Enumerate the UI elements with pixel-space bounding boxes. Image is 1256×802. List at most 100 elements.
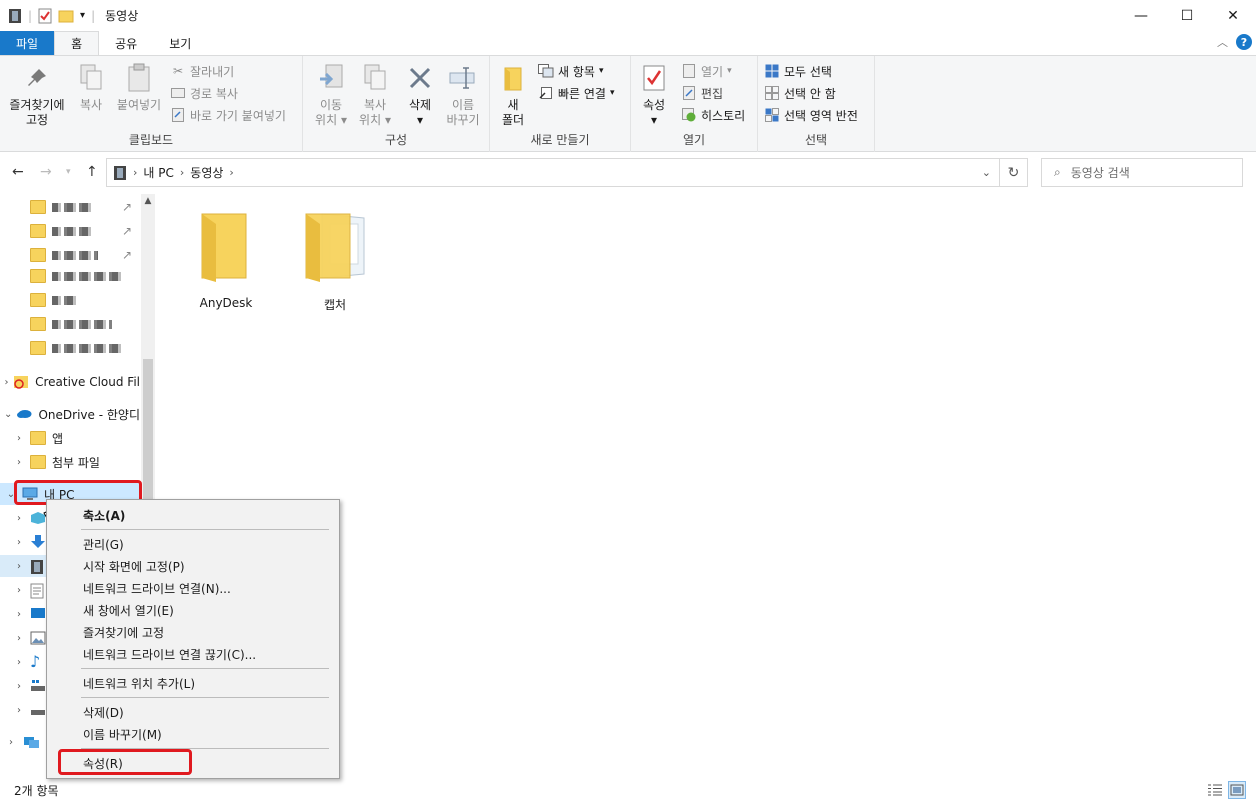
quick-access-item[interactable]: ↗ — [0, 220, 140, 242]
address-bar[interactable]: › 내 PC › 동영상 › ⌄ — [106, 158, 1000, 187]
quick-access-item[interactable] — [0, 289, 140, 311]
menu-item-add-network-location[interactable]: 네트워크 위치 추가(L) — [49, 672, 337, 694]
copy-button[interactable]: 복사 — [74, 62, 108, 113]
invert-selection-icon — [764, 107, 780, 123]
menu-item-map-drive[interactable]: 네트워크 드라이브 연결(N)... — [49, 577, 337, 599]
quick-access-item[interactable]: ↗ — [0, 196, 140, 218]
expand-chevron-icon[interactable]: › — [12, 433, 26, 444]
menu-item-collapse[interactable]: 축소(A) — [49, 504, 337, 526]
new-item-button[interactable]: 새 항목 ▾ — [538, 61, 603, 81]
search-input[interactable]: ⌕ 동영상 검색 — [1041, 158, 1243, 187]
menu-item-open-new-window[interactable]: 새 창에서 열기(E) — [49, 599, 337, 621]
breadcrumb-videos[interactable]: 동영상 — [190, 164, 223, 181]
expand-chevron-icon[interactable]: › — [12, 561, 26, 572]
paste-label: 붙여넣기 — [116, 98, 162, 112]
address-dropdown-icon[interactable]: ⌄ — [982, 166, 991, 179]
select-all-button[interactable]: 모두 선택 — [764, 61, 832, 81]
minimize-button[interactable]: — — [1118, 0, 1164, 31]
expand-chevron-icon[interactable]: › — [4, 377, 9, 388]
collapse-ribbon-icon[interactable]: ︿ — [1217, 34, 1228, 50]
properties-highlight — [58, 749, 192, 775]
quick-access-item[interactable]: ↗ — [0, 244, 140, 266]
rename-button[interactable]: 이름 바꾸기 — [441, 62, 485, 128]
up-icon[interactable]: ↑ — [86, 164, 98, 180]
search-placeholder: 동영상 검색 — [1070, 166, 1130, 180]
easy-access-button[interactable]: 빠른 연결 ▾ — [538, 83, 615, 103]
nav-app-folder[interactable]: › 앱 — [0, 427, 140, 449]
paste-shortcut-label: 바로 가기 붙여넣기 — [190, 108, 286, 123]
expand-chevron-icon[interactable]: › — [12, 585, 26, 596]
refresh-button[interactable]: ↻ — [999, 158, 1028, 187]
quick-access-item[interactable] — [0, 313, 140, 335]
folder-item[interactable]: 캡처 — [280, 210, 390, 313]
new-folder-icon[interactable] — [58, 9, 74, 23]
nav-creative-cloud-label: Creative Cloud Fil — [35, 375, 140, 389]
pin-quick-access-button[interactable]: 즐겨찾기에 고정 — [6, 62, 68, 128]
picture-icon — [30, 631, 46, 645]
menu-item-rename[interactable]: 이름 바꾸기(M) — [49, 723, 337, 745]
details-view-icon — [1208, 784, 1222, 796]
breadcrumb-this-pc[interactable]: 내 PC — [143, 164, 173, 181]
expand-chevron-icon[interactable]: › — [12, 657, 26, 668]
cut-button[interactable]: ✂ 잘라내기 — [170, 61, 234, 81]
select-none-button[interactable]: 선택 안 함 — [764, 83, 836, 103]
quick-access-item[interactable] — [0, 337, 140, 359]
tab-home[interactable]: 홈 — [54, 31, 100, 55]
select-all-icon — [764, 63, 780, 79]
film-icon — [114, 165, 126, 180]
copy-to-button[interactable]: 복사 위치 ▾ — [353, 62, 397, 128]
details-view-button[interactable] — [1206, 781, 1224, 799]
menu-item-pin-quick-access[interactable]: 즐겨찾기에 고정 — [49, 621, 337, 643]
expand-chevron-icon[interactable]: › — [12, 633, 26, 644]
expand-chevron-icon[interactable]: › — [12, 537, 26, 548]
nav-onedrive[interactable]: ⌄ OneDrive - 한양디 — [0, 403, 140, 425]
paste-button[interactable]: 붙여넣기 — [114, 62, 164, 113]
redacted-name — [52, 343, 124, 353]
history-button[interactable]: 히스토리 — [681, 105, 745, 125]
help-icon[interactable]: ? — [1236, 34, 1252, 50]
expand-chevron-icon[interactable]: › — [12, 609, 26, 620]
close-button[interactable]: ✕ — [1210, 0, 1256, 31]
breadcrumb-chevron-icon[interactable]: › — [229, 166, 233, 179]
expand-chevron-icon[interactable]: › — [12, 705, 26, 716]
forward-icon[interactable]: → — [40, 164, 52, 180]
paste-shortcut-button[interactable]: 바로 가기 붙여넣기 — [170, 105, 286, 125]
menu-item-pin-start[interactable]: 시작 화면에 고정(P) — [49, 555, 337, 577]
new-folder-button[interactable]: 새 폴더 — [496, 62, 530, 128]
tab-file[interactable]: 파일 — [0, 31, 55, 55]
breadcrumb-chevron-icon[interactable]: › — [180, 166, 184, 179]
tab-share[interactable]: 공유 — [99, 31, 153, 55]
large-icons-view-button[interactable] — [1228, 781, 1246, 799]
expand-chevron-icon[interactable]: › — [12, 513, 26, 524]
tab-view[interactable]: 보기 — [153, 31, 207, 55]
properties-check-icon[interactable] — [38, 8, 52, 24]
redacted-name — [52, 295, 76, 305]
properties-button[interactable]: 속성 ▾ — [637, 62, 671, 128]
quick-access-item[interactable] — [0, 265, 140, 287]
collapse-chevron-icon[interactable]: ⌄ — [4, 409, 12, 420]
copy-label: 복사 — [79, 98, 103, 112]
nav-attachments-folder[interactable]: › 첨부 파일 — [0, 451, 140, 473]
expand-chevron-icon[interactable]: › — [12, 457, 26, 468]
invert-selection-button[interactable]: 선택 영역 반전 — [764, 105, 858, 125]
expand-chevron-icon[interactable]: › — [4, 737, 18, 748]
recent-dropdown-icon[interactable]: ▾ — [66, 167, 71, 177]
delete-button[interactable]: 삭제 ▾ — [403, 62, 437, 128]
breadcrumb-chevron-icon[interactable]: › — [133, 166, 137, 179]
nav-creative-cloud[interactable]: › Creative Cloud Fil — [0, 371, 140, 393]
menu-item-manage[interactable]: 관리(G) — [49, 533, 337, 555]
folder-item[interactable]: AnyDesk — [171, 210, 281, 310]
open-button[interactable]: 열기 ▾ — [681, 61, 732, 81]
copy-path-button[interactable]: 경로 복사 — [170, 83, 238, 103]
move-to-button[interactable]: 이동 위치 ▾ — [309, 62, 353, 128]
folder-icon — [30, 269, 46, 283]
maximize-button[interactable]: ☐ — [1164, 0, 1210, 31]
expand-chevron-icon[interactable]: › — [12, 681, 26, 692]
back-icon[interactable]: ← — [12, 164, 24, 180]
edit-button[interactable]: 편집 — [681, 83, 723, 103]
scroll-up-icon[interactable]: ▲ — [141, 196, 155, 206]
menu-item-delete[interactable]: 삭제(D) — [49, 701, 337, 723]
folder-icon — [30, 293, 46, 307]
qa-dropdown-icon[interactable]: ▾ — [80, 10, 85, 21]
menu-item-disconnect-drive[interactable]: 네트워크 드라이브 연결 끊기(C)... — [49, 643, 337, 665]
